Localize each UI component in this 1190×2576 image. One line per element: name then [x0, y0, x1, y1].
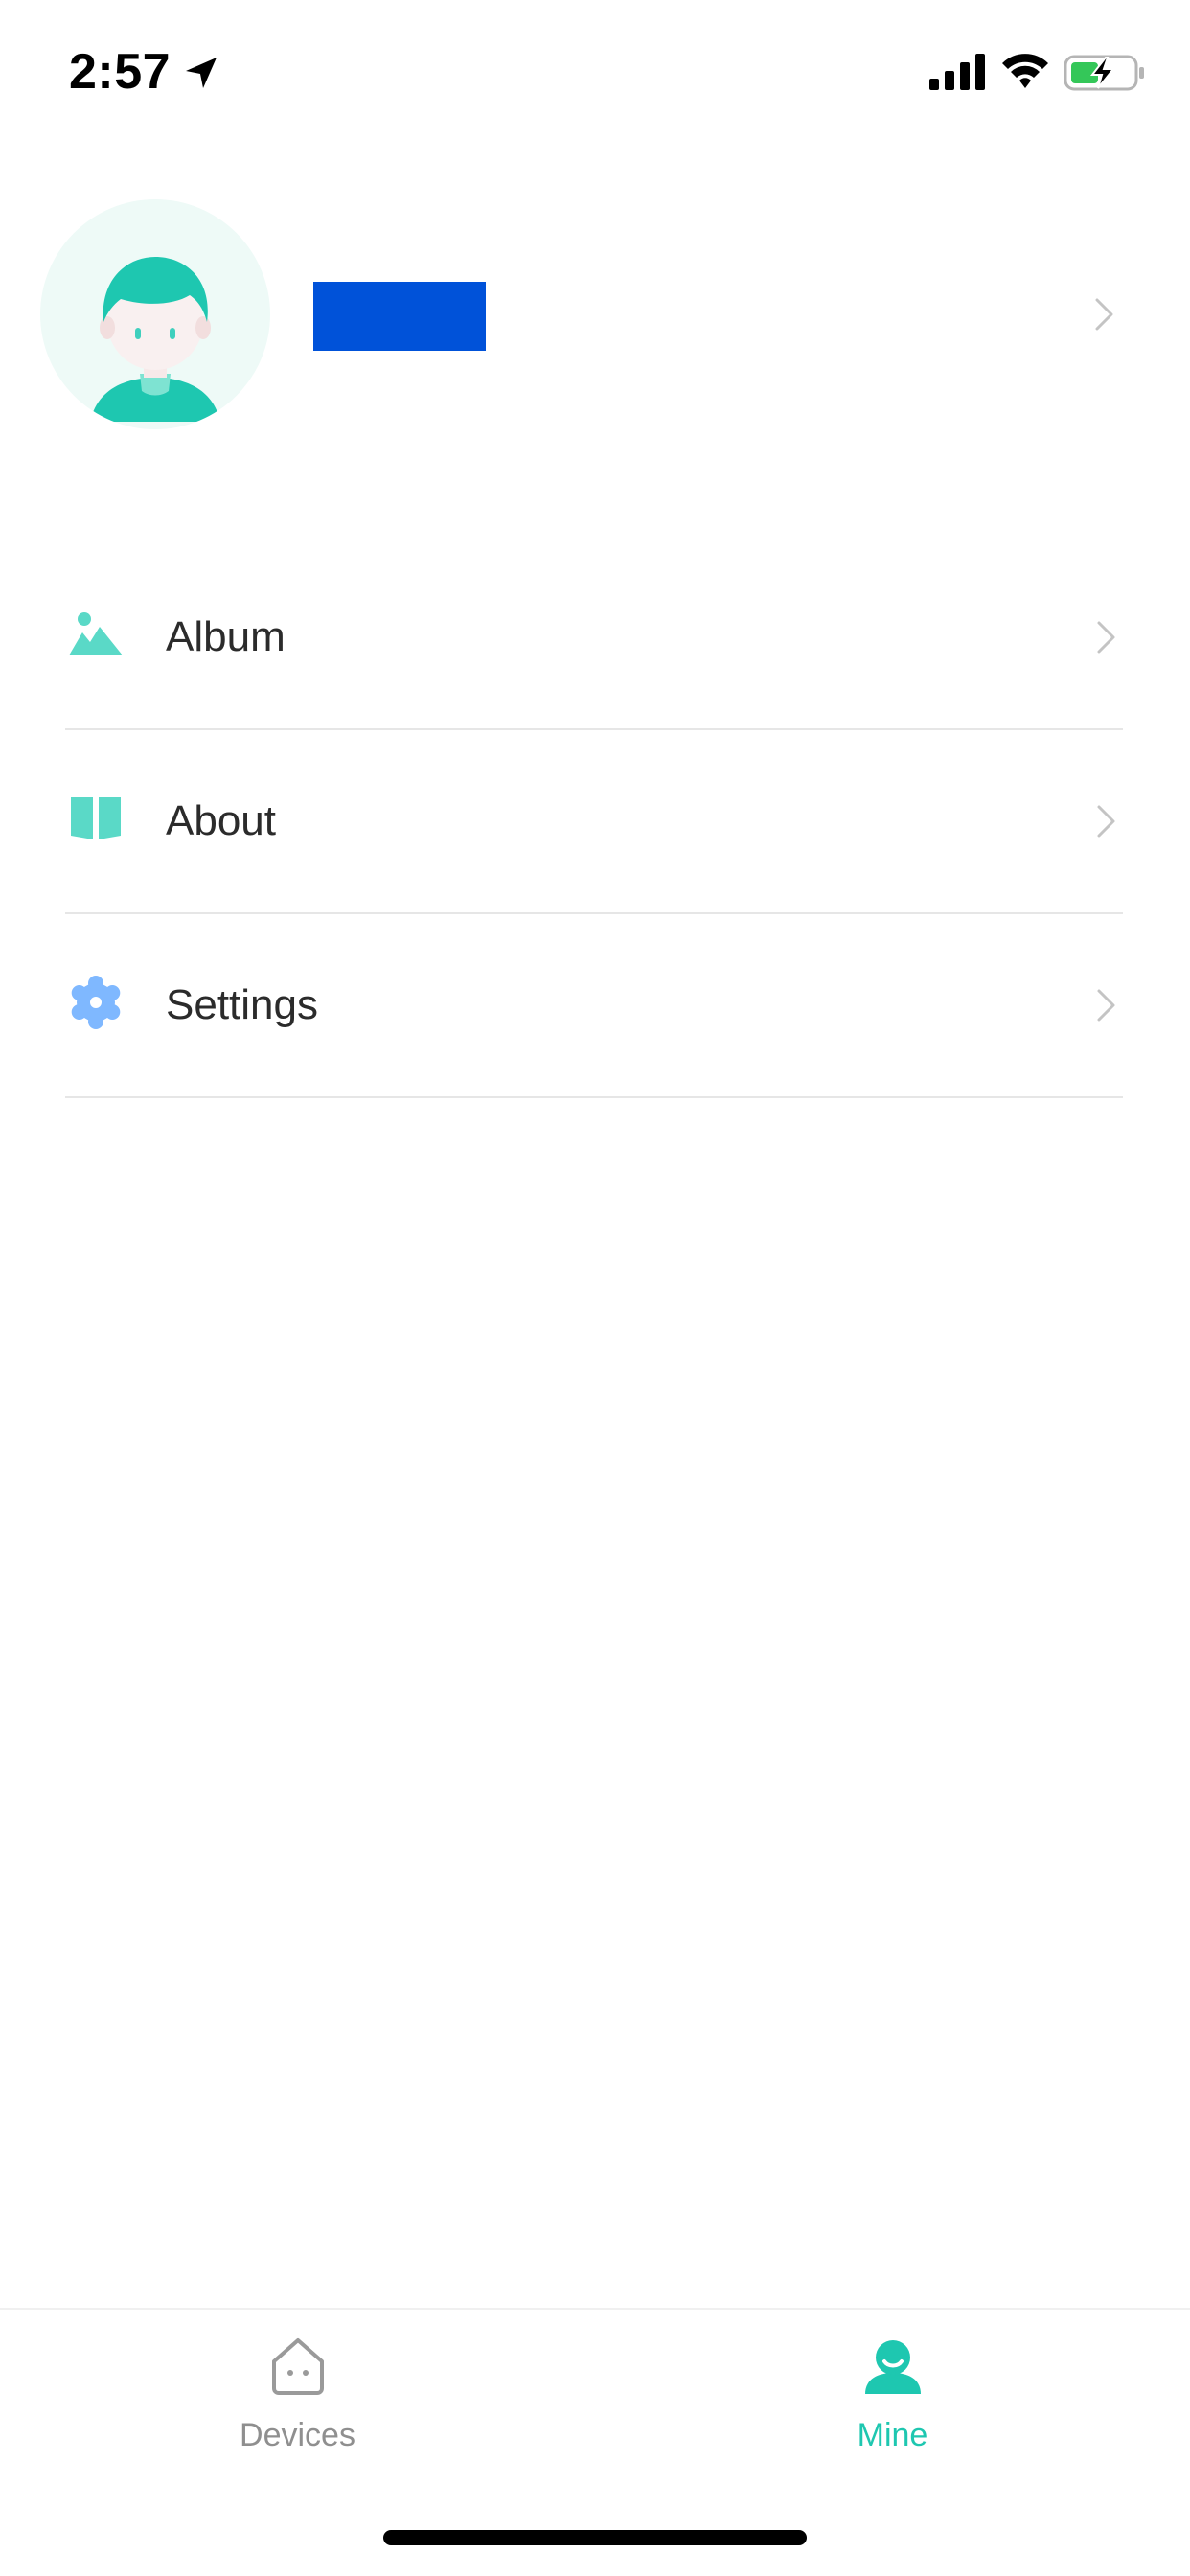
tab-mine[interactable]: Mine	[595, 2310, 1190, 2501]
status-time: 2:57	[69, 44, 172, 100]
menu-item-album[interactable]: Album	[65, 546, 1123, 730]
chevron-right-icon	[1095, 298, 1113, 331]
menu-item-label: Album	[166, 613, 286, 660]
tab-devices[interactable]: Devices	[0, 2310, 595, 2501]
book-icon	[71, 797, 121, 840]
menu-item-label: About	[166, 797, 276, 844]
home-device-icon	[272, 2338, 324, 2395]
app-screen: 2:57 Album About Settings Devices Mine	[0, 0, 1190, 2576]
username-redacted	[313, 282, 486, 351]
person-icon	[865, 2340, 921, 2394]
menu-item-label: Settings	[166, 981, 318, 1028]
location-arrow-icon	[186, 58, 217, 88]
menu-item-settings[interactable]: Settings	[65, 914, 1123, 1098]
cellular-signal-icon	[929, 54, 985, 90]
chevron-right-icon	[1097, 989, 1115, 1022]
battery-charging-icon	[1064, 55, 1144, 91]
profile-row[interactable]	[0, 192, 1190, 441]
menu-item-about[interactable]: About	[65, 730, 1123, 914]
tab-label: Devices	[240, 2417, 355, 2453]
wifi-icon	[1002, 54, 1048, 88]
menu-list: Album About Settings	[65, 546, 1123, 1098]
home-indicator	[383, 2530, 807, 2545]
chevron-right-icon	[1097, 621, 1115, 654]
tab-label: Mine	[857, 2417, 928, 2453]
gear-icon	[71, 976, 121, 1029]
album-icon	[69, 612, 123, 656]
chevron-right-icon	[1097, 805, 1115, 838]
user-avatar-icon[interactable]	[40, 199, 270, 429]
